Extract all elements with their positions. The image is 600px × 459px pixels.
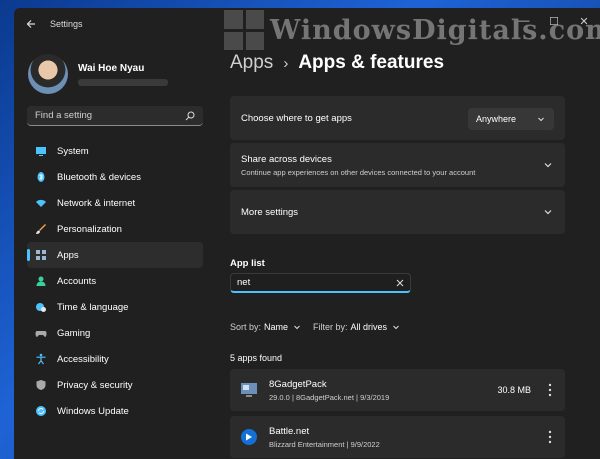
share-across-devices-subtitle: Continue app experiences on other device… <box>241 167 476 177</box>
sidebar-item-label: Network & internet <box>57 197 136 209</box>
gadget-pack-icon <box>241 383 257 397</box>
sidebar-item-label: Apps <box>57 249 79 261</box>
filter-value: All drives <box>350 322 388 332</box>
page-title: Apps & features <box>298 52 445 73</box>
sidebar-item-label: Bluetooth & devices <box>57 171 141 183</box>
accessibility-icon <box>36 353 46 365</box>
sidebar-item-apps[interactable]: Apps <box>27 242 203 268</box>
list-item[interactable]: 8GadgetPack 29.0.0 | 8GadgetPack.net | 9… <box>230 369 565 411</box>
chevron-down-icon[interactable] <box>543 160 553 170</box>
apps-found-count: 5 apps found <box>230 353 283 363</box>
sidebar-item-system[interactable]: System <box>27 138 203 164</box>
chevron-down-icon <box>294 325 300 330</box>
app-meta: 29.0.0 | 8GadgetPack.net | 9/3/2019 <box>269 392 390 402</box>
system-icon <box>36 147 46 156</box>
filter-label: Filter by: <box>313 322 348 332</box>
sidebar-item-privacy-security[interactable]: Privacy & security <box>27 372 203 398</box>
chevron-down-icon[interactable] <box>543 207 553 217</box>
chevron-down-icon <box>538 117 544 122</box>
choose-where-card: Choose where to get apps Anywhere <box>230 96 565 140</box>
sidebar-item-bluetooth[interactable]: Bluetooth & devices <box>27 164 203 190</box>
more-options-icon[interactable] <box>548 430 552 444</box>
clear-icon[interactable] <box>396 279 404 287</box>
sidebar-item-label: Personalization <box>57 223 122 235</box>
avatar <box>28 54 68 94</box>
shield-icon <box>36 380 46 390</box>
apps-icon <box>36 250 46 260</box>
sidebar-item-accessibility[interactable]: Accessibility <box>27 346 203 372</box>
sidebar-item-gaming[interactable]: Gaming <box>27 320 203 346</box>
sort-by-dropdown[interactable]: Sort by: Name <box>230 322 301 332</box>
chevron-down-icon <box>393 325 399 330</box>
share-across-devices-card[interactable]: Share across devices Continue app experi… <box>230 143 565 187</box>
app-list-title: App list <box>230 258 265 269</box>
main-content: Apps › Apps & features Choose where to g… <box>230 40 600 459</box>
brush-icon <box>36 224 46 234</box>
back-arrow-icon[interactable] <box>24 16 40 32</box>
breadcrumb-parent[interactable]: Apps <box>230 52 273 74</box>
sidebar-item-label: Gaming <box>57 327 91 339</box>
app-date: 9/3/2019 <box>360 392 390 402</box>
wifi-icon <box>36 199 46 207</box>
more-settings-title: More settings <box>241 206 299 218</box>
settings-window: Settings — ☐ ✕ WindowsDigitals.com Wai H… <box>14 8 600 459</box>
sidebar-item-label: System <box>57 145 89 157</box>
app-list-search-input[interactable]: net <box>230 273 411 293</box>
globe-clock-icon <box>36 303 46 312</box>
app-publisher: 8GadgetPack.net <box>295 392 354 402</box>
choose-where-label: Choose where to get apps <box>241 112 352 124</box>
sidebar-nav: System Bluetooth & devices Network & int… <box>27 138 203 424</box>
dropdown-value: Anywhere <box>476 114 517 124</box>
share-across-devices-title: Share across devices <box>241 153 332 165</box>
app-list-search-value: net <box>237 277 251 288</box>
breadcrumb-separator: › <box>283 54 289 72</box>
sidebar: Wai Hoe Nyau Find a setting System Bluet… <box>14 40 216 459</box>
sidebar-item-accounts[interactable]: Accounts <box>27 268 203 294</box>
search-placeholder: Find a setting <box>35 110 93 121</box>
more-settings-card[interactable]: More settings <box>230 190 565 234</box>
sidebar-item-time-language[interactable]: Time & language <box>27 294 203 320</box>
sidebar-item-label: Time & language <box>57 301 129 313</box>
sort-value: Name <box>264 322 289 332</box>
app-meta: Blizzard Entertainment | 9/9/2022 <box>269 439 380 449</box>
sidebar-item-windows-update[interactable]: Windows Update <box>27 398 203 424</box>
filter-by-dropdown[interactable]: Filter by: All drives <box>313 322 400 332</box>
breadcrumb: Apps › Apps & features <box>230 52 444 74</box>
sidebar-item-personalization[interactable]: Personalization <box>27 216 203 242</box>
app-publisher: Blizzard Entertainment <box>269 439 345 449</box>
bluetooth-icon <box>37 172 45 182</box>
list-item[interactable]: Battle.net Blizzard Entertainment | 9/9/… <box>230 416 565 458</box>
find-setting-input[interactable]: Find a setting <box>27 106 203 126</box>
user-name: Wai Hoe Nyau <box>78 62 145 74</box>
app-name: 8GadgetPack <box>269 378 327 390</box>
app-size: 30.8 MB <box>497 385 531 395</box>
sidebar-item-label: Windows Update <box>57 405 129 417</box>
profile[interactable]: Wai Hoe Nyau <box>28 54 168 94</box>
more-options-icon[interactable] <box>548 383 552 397</box>
user-email-redacted <box>78 78 168 86</box>
sidebar-item-label: Accessibility <box>57 353 109 365</box>
accounts-icon <box>36 276 46 286</box>
app-list-filters: Sort by: Name Filter by: All drives <box>230 322 412 332</box>
sidebar-item-network[interactable]: Network & internet <box>27 190 203 216</box>
gamepad-icon <box>35 331 47 337</box>
sidebar-item-label: Accounts <box>57 275 97 287</box>
app-date: 9/9/2022 <box>350 439 380 449</box>
search-icon[interactable] <box>185 111 195 121</box>
app-source-dropdown[interactable]: Anywhere <box>468 108 554 130</box>
sidebar-item-label: Privacy & security <box>57 379 133 391</box>
sort-label: Sort by: <box>230 322 262 332</box>
app-name: Battle.net <box>269 425 310 437</box>
app-version: 29.0.0 <box>269 392 290 402</box>
window-title: Settings <box>50 19 83 29</box>
update-icon <box>36 406 46 416</box>
battlenet-icon <box>241 429 257 445</box>
